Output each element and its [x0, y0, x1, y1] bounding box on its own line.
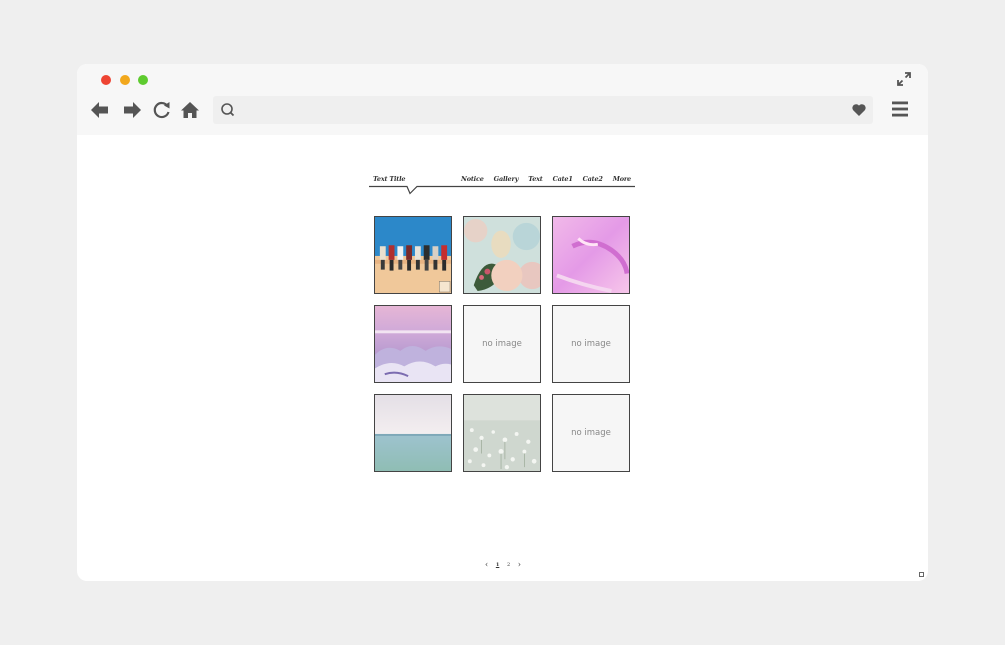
browser-window: Text Title Notice Gallery Text Cate1 Cat…: [77, 64, 928, 581]
expand-icon[interactable]: [897, 72, 911, 86]
photo-thumbnail: [375, 395, 451, 471]
home-icon[interactable]: [180, 100, 200, 120]
photo-thumbnail: [553, 217, 629, 293]
blog-title[interactable]: Text Title: [373, 175, 405, 183]
pagination: ‹ 1 2 ›: [485, 560, 521, 570]
gallery-tile-8[interactable]: [463, 394, 541, 472]
page-2-link[interactable]: 2: [507, 562, 510, 568]
gallery-tile-5[interactable]: no image: [463, 305, 541, 383]
heart-icon[interactable]: [851, 102, 867, 118]
no-image-label: no image: [571, 428, 611, 438]
close-window-button[interactable]: [101, 75, 111, 85]
search-icon: [221, 103, 235, 117]
corner-badge-icon: [919, 572, 924, 577]
gallery-tile-9[interactable]: no image: [552, 394, 630, 472]
gallery-tile-7[interactable]: [374, 394, 452, 472]
menu-item-cate1[interactable]: Cate1: [553, 175, 573, 183]
photo-thumbnail: [464, 217, 540, 293]
no-image-label: no image: [482, 339, 522, 349]
browser-toolbar: [77, 64, 928, 135]
gallery-tile-1[interactable]: [374, 216, 452, 294]
blog-menu: Notice Gallery Text Cate1 Cate2 More: [461, 175, 631, 183]
hamburger-menu-icon[interactable]: [891, 100, 909, 118]
menu-item-notice[interactable]: Notice: [461, 175, 484, 183]
photo-thumbnail: [464, 395, 540, 471]
gallery-tile-3[interactable]: [552, 216, 630, 294]
forward-arrow-icon[interactable]: [122, 100, 142, 120]
gallery-tile-2[interactable]: [463, 216, 541, 294]
minimize-window-button[interactable]: [120, 75, 130, 85]
gallery-tile-4[interactable]: [374, 305, 452, 383]
gallery-grid: no image no image no image: [374, 216, 630, 472]
gallery-tile-6[interactable]: no image: [552, 305, 630, 383]
blog-header: Text Title Notice Gallery Text Cate1 Cat…: [369, 172, 635, 200]
no-image-label: no image: [571, 339, 611, 349]
menu-item-gallery[interactable]: Gallery: [494, 175, 519, 183]
zoom-window-button[interactable]: [138, 75, 148, 85]
next-page-button[interactable]: ›: [518, 561, 521, 569]
page-content: Text Title Notice Gallery Text Cate1 Cat…: [77, 135, 928, 581]
back-arrow-icon[interactable]: [90, 100, 110, 120]
photo-thumbnail: [375, 306, 451, 382]
header-divider: [369, 185, 635, 195]
menu-item-cate2[interactable]: Cate2: [583, 175, 603, 183]
address-bar[interactable]: [213, 96, 873, 124]
prev-page-button[interactable]: ‹: [485, 561, 488, 569]
page-1-link[interactable]: 1: [496, 562, 499, 568]
menu-item-text[interactable]: Text: [528, 175, 543, 183]
reload-icon[interactable]: [152, 100, 172, 120]
menu-item-more[interactable]: More: [613, 175, 632, 183]
photo-thumbnail: [375, 217, 451, 293]
